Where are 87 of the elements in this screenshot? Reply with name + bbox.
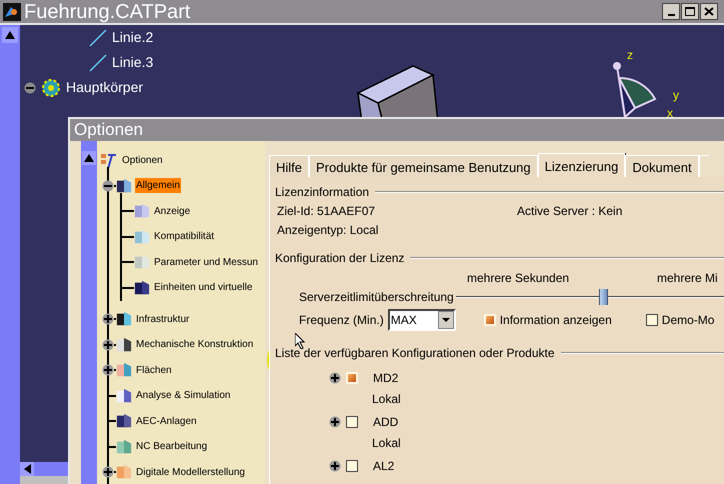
minimize-button[interactable] [662,3,680,20]
tree-item[interactable]: Digitale Modellerstellung [135,464,246,480]
module-icon [116,311,132,328]
module-icon [134,280,150,296]
compass-drawing: z y x [595,41,685,117]
group-heading: Lizenzinformation [275,184,370,201]
tab[interactable]: Lizenzierung [538,153,626,177]
tab[interactable]: Hilfe [269,155,310,177]
collapse-icon[interactable] [102,180,114,192]
options-icon [101,152,117,170]
product-location: Lokal [371,391,401,408]
checkbox[interactable] [346,416,358,428]
tree-item[interactable]: Anzeige [153,204,192,219]
tree-item[interactable]: Kompatibilität [153,229,216,244]
tree-item[interactable]: Einheiten und virtuelle [153,280,254,296]
up-arrow-icon [5,31,15,39]
window-title: Fuehrung.CATPart [24,0,190,24]
frequency-label: Frequenz (Min.) [299,312,384,329]
module-icon [116,336,132,353]
close-icon [704,7,714,16]
tree-item[interactable]: NC Bearbeitung [135,439,208,454]
tree-item[interactable]: Linie.3 [112,52,154,73]
group-heading: Konfiguration der Lizenz [275,250,404,267]
product-name: AL2 [373,458,394,475]
display-type: Anzeigentyp: Local [276,222,378,237]
module-icon [134,254,150,270]
cursor-icon [295,333,305,349]
tree-item[interactable]: AEC-Anlagen [135,414,198,429]
active-server: Active Server : Kein [517,203,622,220]
tab[interactable]: Dokument [625,155,699,177]
expand-icon[interactable] [329,416,341,428]
frequency-dropdown[interactable]: MAX [388,309,456,331]
tree-item[interactable]: Mechanische Konstruktion [135,337,254,352]
tree-item[interactable]: Infrastruktur [135,312,190,327]
timeout-label: Serverzeitlimitüberschreitung [299,289,454,306]
tree-item[interactable]: Flächen [135,362,173,378]
left-arrow-icon [24,464,30,474]
line-icon [88,52,108,72]
tree-item[interactable]: Analyse & Simulation [135,388,232,404]
scale-label: mehrere Mi [657,270,718,287]
module-icon [116,464,132,480]
checkbox[interactable] [346,460,358,472]
tree-item[interactable]: Optionen [122,153,163,168]
slider-thumb[interactable] [599,289,608,305]
module-icon [134,228,150,245]
expand-icon[interactable] [102,313,114,326]
app-icon [3,2,21,20]
module-icon [116,362,132,378]
module-icon [116,388,132,404]
module-icon [116,438,132,455]
minimize-icon [668,14,674,16]
vertical-scrollbar[interactable] [0,25,20,484]
scale-label: mehrere Sekunden [467,270,570,287]
dialog-title: Optionen [74,119,143,142]
scroll-up-button[interactable] [82,151,96,165]
maximize-button[interactable] [681,3,699,20]
module-icon [116,178,132,194]
gear-icon [40,76,62,98]
checkbox-label: Demo-Mo [662,312,714,329]
close-button[interactable] [700,3,718,20]
module-icon [134,203,150,220]
expand-icon[interactable] [102,364,114,376]
expand-icon[interactable] [329,460,341,472]
target-id: Ziel-Id: 51AAEF07 [277,203,376,220]
product-name: ADD [373,414,398,431]
product-name: MD2 [373,370,398,387]
tab[interactable]: Produkte für gemeinsame Benutzung [309,155,538,177]
expand-icon[interactable] [102,466,114,478]
tree-item[interactable]: Allgemein [135,178,181,194]
checkbox[interactable] [646,314,658,326]
module-icon [116,413,132,430]
timeout-slider[interactable] [456,289,724,305]
scroll-up-button[interactable] [2,27,18,43]
line-icon [88,28,108,48]
collapse-icon[interactable] [24,82,36,94]
tree-item[interactable]: Linie.2 [112,27,154,48]
tree-item[interactable]: Hauptkörper [66,77,144,98]
tree-scrollbar[interactable] [81,141,97,484]
scroll-left-button[interactable] [20,462,34,476]
expand-icon[interactable] [329,372,341,384]
checkbox-label: Information anzeigen [500,312,612,329]
expand-icon[interactable] [102,338,114,351]
maximize-icon [685,7,695,16]
group-heading: Liste der verfügbaren Konfigurationen oder Produkte [275,345,555,362]
tree-item[interactable]: Parameter und Messun [153,254,259,270]
up-arrow-icon [84,154,94,162]
product-location: Lokal [371,435,401,452]
